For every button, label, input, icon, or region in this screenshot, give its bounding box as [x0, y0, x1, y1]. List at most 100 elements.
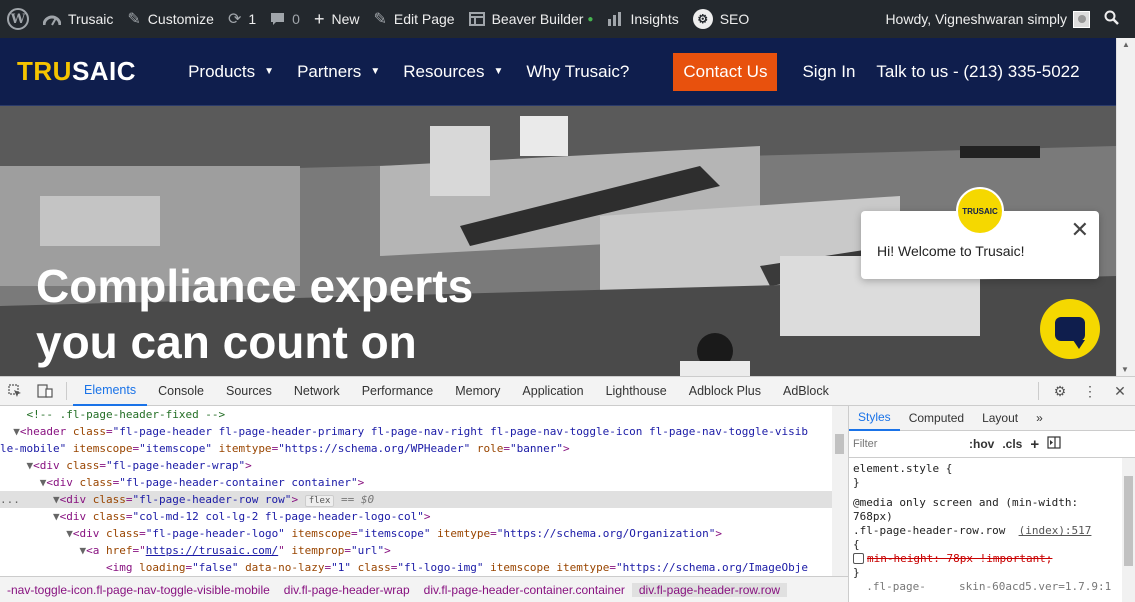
css-source-link[interactable]: (index):517 — [1019, 524, 1092, 537]
hover-state-toggle[interactable]: :hov — [969, 437, 994, 451]
tab-application[interactable]: Application — [511, 377, 594, 406]
styles-tabbar: Styles Computed Layout » — [849, 406, 1135, 431]
nav-why-trusaic[interactable]: Why Trusaic? — [526, 62, 629, 82]
site-name-menu[interactable]: Trusaic — [36, 0, 120, 38]
nav-resources[interactable]: Resources ▼ — [403, 62, 503, 82]
scroll-thumb[interactable] — [1124, 476, 1133, 566]
dom-value: "fl-logo-img" — [397, 561, 484, 574]
expand-triangle-icon[interactable]: ... ▼ — [0, 493, 60, 506]
styles-scrollbar[interactable] — [1122, 458, 1135, 602]
dom-node-header[interactable]: ▼<header class="fl-page-header fl-page-h… — [0, 423, 832, 440]
dom-value: "https://schema.org/ImageObje — [615, 561, 809, 574]
device-toolbar-icon[interactable] — [30, 377, 60, 406]
dom-node-img[interactable]: <img loading="false" data-no-lazy="1" cl… — [0, 559, 832, 576]
tab-adblock[interactable]: AdBlock — [772, 377, 840, 406]
breadcrumb-item-active[interactable]: div.fl-page-header-row.row — [631, 582, 788, 597]
expand-triangle-icon[interactable]: ▼ — [0, 527, 73, 540]
dom-node-header-cont[interactable]: le-mobile" itemscope="itemscope" itemtyp… — [0, 440, 832, 457]
chat-launcher-button[interactable] — [1040, 299, 1100, 359]
wp-admin-bar: W Trusaic ✎ Customize ⟳ 1 0 + New ✎ Edit… — [0, 0, 1135, 38]
customize-link[interactable]: ✎ Customize — [120, 0, 221, 38]
tab-styles[interactable]: Styles — [849, 406, 900, 431]
dom-node-header-container[interactable]: ▼<div class="fl-page-header-container co… — [0, 474, 832, 491]
breadcrumb-item[interactable]: -nav-toggle-icon.fl-page-nav-toggle-visi… — [0, 583, 277, 597]
chat-welcome-message: Hi! Welcome to Trusaic! — [877, 243, 1025, 259]
nav-resources-label: Resources — [403, 61, 485, 81]
tab-console[interactable]: Console — [147, 377, 215, 406]
dom-node-header-row-selected[interactable]: ... ▼<div class="fl-page-header-row row"… — [0, 491, 832, 508]
flex-badge[interactable]: flex — [304, 495, 335, 507]
styles-pane: Styles Computed Layout » :hov .cls + ele… — [848, 406, 1135, 602]
sign-in-link[interactable]: Sign In — [802, 62, 855, 82]
close-devtools-icon[interactable]: ✕ — [1105, 377, 1135, 406]
new-content-menu[interactable]: + New — [307, 0, 367, 38]
contact-us-button[interactable]: Contact Us — [673, 52, 778, 91]
expand-triangle-icon[interactable]: ▼ — [0, 425, 20, 438]
css-selector[interactable]: .fl-page-header-row.row — [853, 524, 1005, 537]
scroll-down-arrow-icon[interactable]: ▼ — [1121, 365, 1129, 374]
trusaic-logo[interactable]: TRUSAIC — [17, 56, 136, 87]
tab-adblock-plus[interactable]: Adblock Plus — [678, 377, 772, 406]
howdy-text: Howdy, Vigneshwaran simply — [885, 11, 1067, 27]
inspect-element-icon[interactable] — [0, 377, 30, 406]
dom-value: "https://schema.org/Organization" — [496, 527, 716, 540]
dom-attr: class — [72, 425, 106, 438]
page-scrollbar[interactable]: ▲ ▼ — [1116, 38, 1135, 376]
overridden-declaration[interactable]: min-height: 78px !important; — [867, 552, 1052, 565]
nav-products[interactable]: Products ▼ — [188, 62, 274, 82]
dom-scrollbar[interactable] — [832, 406, 848, 576]
class-toggle[interactable]: .cls — [1002, 437, 1022, 451]
expand-triangle-icon[interactable]: ▼ — [0, 544, 86, 557]
tab-sources[interactable]: Sources — [215, 377, 283, 406]
element-style-rule[interactable]: element.style { — [853, 462, 1135, 476]
tab-memory[interactable]: Memory — [444, 377, 511, 406]
expand-triangle-icon[interactable]: ▼ — [0, 459, 33, 472]
dom-node-header-wrap[interactable]: ▼<div class="fl-page-header-wrap"> — [0, 457, 832, 474]
phone-link[interactable]: Talk to us - (213) 335-5022 — [876, 62, 1079, 82]
edit-page-link[interactable]: ✎ Edit Page — [366, 0, 461, 38]
add-rule-icon[interactable]: + — [1030, 436, 1039, 453]
dom-node-comment[interactable]: <!-- .fl-page-header-fixed --> — [0, 406, 832, 423]
expand-triangle-icon[interactable]: ▼ — [0, 510, 60, 523]
beaver-builder-link[interactable]: Beaver Builder ● — [462, 0, 601, 38]
toggle-sidebar-icon[interactable] — [1047, 436, 1061, 452]
tab-network[interactable]: Network — [283, 377, 351, 406]
dom-node-logo-col[interactable]: ▼<div class="col-md-12 col-lg-2 fl-page-… — [0, 508, 832, 525]
logo-part-tru: TRU — [17, 56, 72, 86]
close-icon[interactable]: ✕ — [1071, 219, 1089, 241]
tab-performance[interactable]: Performance — [351, 377, 445, 406]
comments-link[interactable]: 0 — [263, 0, 307, 38]
admin-search[interactable] — [1097, 0, 1135, 38]
more-tabs-icon[interactable]: » — [1027, 406, 1052, 431]
declaration-checkbox[interactable] — [853, 553, 864, 564]
expand-triangle-icon[interactable]: ▼ — [0, 476, 47, 489]
chat-bubble-icon — [1055, 317, 1085, 349]
wp-logo-menu[interactable]: W — [0, 0, 36, 38]
dom-value: "itemscope" — [139, 442, 212, 455]
insights-link[interactable]: Insights — [600, 0, 685, 38]
updates-link[interactable]: ⟳ 1 — [221, 0, 263, 38]
my-account-menu[interactable]: Howdy, Vigneshwaran simply — [878, 0, 1097, 38]
dom-node-header-logo[interactable]: ▼<div class="fl-page-header-logo" itemsc… — [0, 525, 832, 542]
seo-link[interactable]: ⚙ SEO — [686, 0, 757, 38]
scroll-up-arrow-icon[interactable]: ▲ — [1121, 40, 1131, 52]
tab-lighthouse[interactable]: Lighthouse — [595, 377, 678, 406]
dom-href-link[interactable]: https://trusaic.com/ — [146, 544, 278, 557]
tab-computed[interactable]: Computed — [900, 406, 973, 431]
tab-elements[interactable]: Elements — [73, 377, 148, 406]
wordpress-icon: W — [7, 8, 29, 30]
tab-layout[interactable]: Layout — [973, 406, 1027, 431]
settings-gear-icon[interactable]: ⚙ — [1045, 377, 1075, 406]
styles-filter-input[interactable] — [853, 435, 961, 453]
comment-icon — [270, 12, 285, 26]
css-declaration-row: min-height: 78px !important; — [853, 552, 1135, 566]
scroll-thumb[interactable] — [835, 434, 844, 454]
dom-value: "col-md-12 col-lg-2 fl-page-header-logo-… — [132, 510, 424, 523]
main-nav: Products ▼ Partners ▼ Resources ▼ Why Tr… — [188, 62, 652, 82]
more-options-icon[interactable]: ⋮ — [1075, 377, 1105, 406]
site-header: TRUSAIC Products ▼ Partners ▼ Resources … — [0, 38, 1116, 106]
breadcrumb-item[interactable]: div.fl-page-header-wrap — [277, 583, 417, 597]
breadcrumb-item[interactable]: div.fl-page-header-container.container — [417, 583, 632, 597]
dom-node-anchor[interactable]: ▼<a href="https://trusaic.com/" itemprop… — [0, 542, 832, 559]
nav-partners[interactable]: Partners ▼ — [297, 62, 380, 82]
